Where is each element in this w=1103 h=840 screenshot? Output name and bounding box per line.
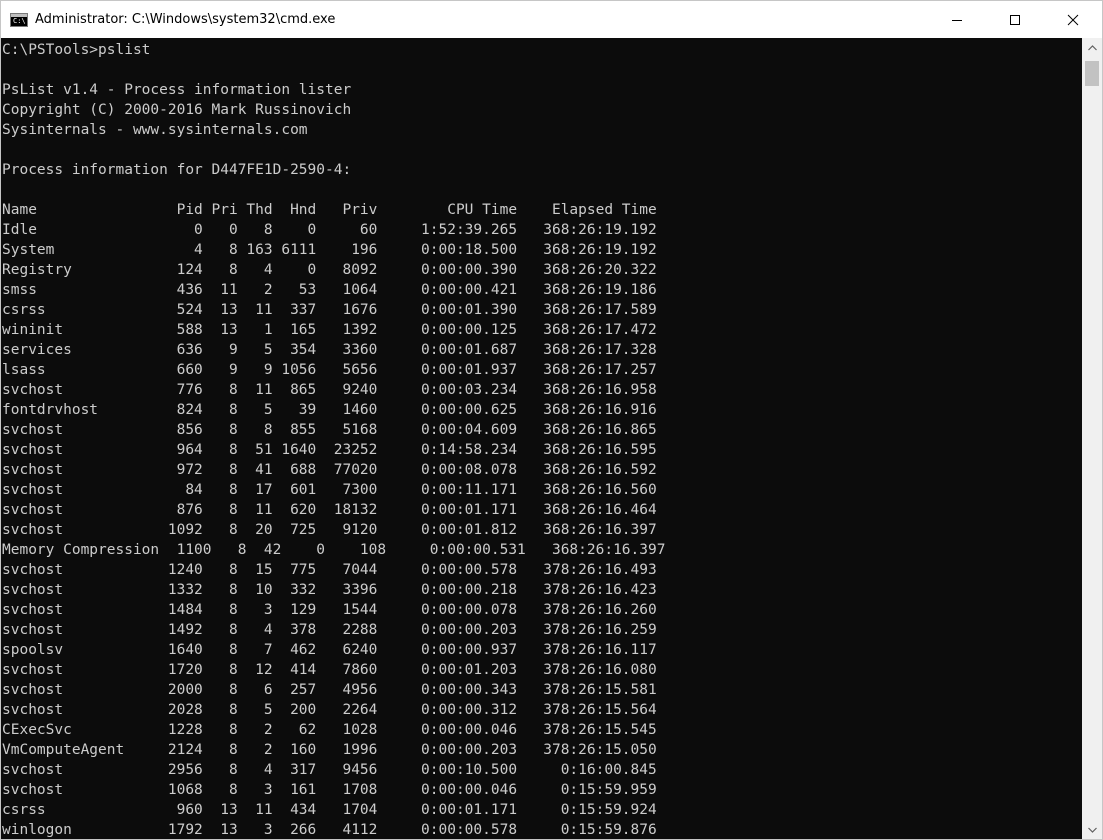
console-line: svchost 2956 8 4 317 9456 0:00:10.500 0:… (2, 762, 657, 778)
scroll-up-button[interactable] (1082, 38, 1102, 58)
console-line: svchost 1720 8 12 414 7860 0:00:01.203 3… (2, 662, 657, 678)
console-output[interactable]: C:\PSTools>pslist PsList v1.4 - Process i… (1, 38, 1082, 839)
console-line: svchost 1484 8 3 129 1544 0:00:00.078 37… (2, 602, 657, 618)
console-line: svchost 1332 8 10 332 3396 0:00:00.218 3… (2, 582, 657, 598)
console-line: Registry 124 8 4 0 8092 0:00:00.390 368:… (2, 262, 657, 278)
minimize-icon (952, 19, 962, 21)
vertical-scrollbar[interactable] (1082, 38, 1102, 839)
console-line: svchost 1068 8 3 161 1708 0:00:00.046 0:… (2, 782, 657, 798)
close-icon (1067, 14, 1079, 25)
cmd-app-icon[interactable]: C:\ (10, 12, 28, 27)
arrow-up-icon (1087, 45, 1097, 51)
console-line: System 4 8 163 6111 196 0:00:18.500 368:… (2, 242, 657, 258)
console-line: fontdrvhost 824 8 5 39 1460 0:00:00.625 … (2, 402, 657, 418)
console-line: PsList v1.4 - Process information lister (2, 82, 352, 98)
cmd-window: C:\ Administrator: C:\Windows\system32\c… (0, 0, 1103, 840)
scroll-thumb[interactable] (1085, 61, 1099, 86)
console-line: csrss 524 13 11 337 1676 0:00:01.390 368… (2, 302, 657, 318)
console-line: CExecSvc 1228 8 2 62 1028 0:00:00.046 37… (2, 722, 657, 738)
console-line: svchost 776 8 11 865 9240 0:00:03.234 36… (2, 382, 657, 398)
console-line: svchost 1240 8 15 775 7044 0:00:00.578 3… (2, 562, 657, 578)
console-line: Idle 0 0 8 0 60 1:52:39.265 368:26:19.19… (2, 222, 657, 238)
arrow-down-icon (1087, 827, 1097, 833)
console-line: VmComputeAgent 2124 8 2 160 1996 0:00:00… (2, 742, 657, 758)
console-line: winlogon 1792 13 3 266 4112 0:00:00.578 … (2, 822, 657, 838)
maximize-button[interactable] (986, 1, 1044, 38)
console-line: lsass 660 9 9 1056 5656 0:00:01.937 368:… (2, 362, 657, 378)
console-line: services 636 9 5 354 3360 0:00:01.687 36… (2, 342, 657, 358)
console-line: Name Pid Pri Thd Hnd Priv CPU Time Elaps… (2, 202, 657, 218)
maximize-icon (1010, 14, 1020, 25)
console-line: Copyright (C) 2000-2016 Mark Russinovich (2, 102, 352, 118)
console-line: spoolsv 1640 8 7 462 6240 0:00:00.937 37… (2, 642, 657, 658)
console-line: svchost 84 8 17 601 7300 0:00:11.171 368… (2, 482, 657, 498)
title-bar[interactable]: C:\ Administrator: C:\Windows\system32\c… (1, 1, 1102, 38)
console-line: svchost 1092 8 20 725 9120 0:00:01.812 3… (2, 522, 657, 538)
console-line: svchost 964 8 51 1640 23252 0:14:58.234 … (2, 442, 657, 458)
console-line: svchost 2000 8 6 257 4956 0:00:00.343 37… (2, 682, 657, 698)
console-line: Process information for D447FE1D-2590-4: (2, 162, 352, 178)
console-line: svchost 972 8 41 688 77020 0:00:08.078 3… (2, 462, 657, 478)
console-line: svchost 2028 8 5 200 2264 0:00:00.312 37… (2, 702, 657, 718)
console-line: csrss 960 13 11 434 1704 0:00:01.171 0:1… (2, 802, 657, 818)
console-line: svchost 1492 8 4 378 2288 0:00:00.203 37… (2, 622, 657, 638)
close-button[interactable] (1044, 1, 1102, 38)
minimize-button[interactable] (928, 1, 986, 38)
console-line: svchost 876 8 11 620 18132 0:00:01.171 3… (2, 502, 657, 518)
scroll-down-button[interactable] (1082, 820, 1102, 839)
console-line: C:\PSTools>pslist (2, 42, 151, 58)
console-line: wininit 588 13 1 165 1392 0:00:00.125 36… (2, 322, 657, 338)
window-title: Administrator: C:\Windows\system32\cmd.e… (35, 12, 336, 27)
console-line: smss 436 11 2 53 1064 0:00:00.421 368:26… (2, 282, 657, 298)
window-controls (928, 1, 1102, 38)
console-line: svchost 856 8 8 855 5168 0:00:04.609 368… (2, 422, 657, 438)
console-line: Memory Compression 1100 8 42 0 108 0:00:… (2, 542, 666, 558)
console-line: Sysinternals - www.sysinternals.com (2, 122, 308, 138)
